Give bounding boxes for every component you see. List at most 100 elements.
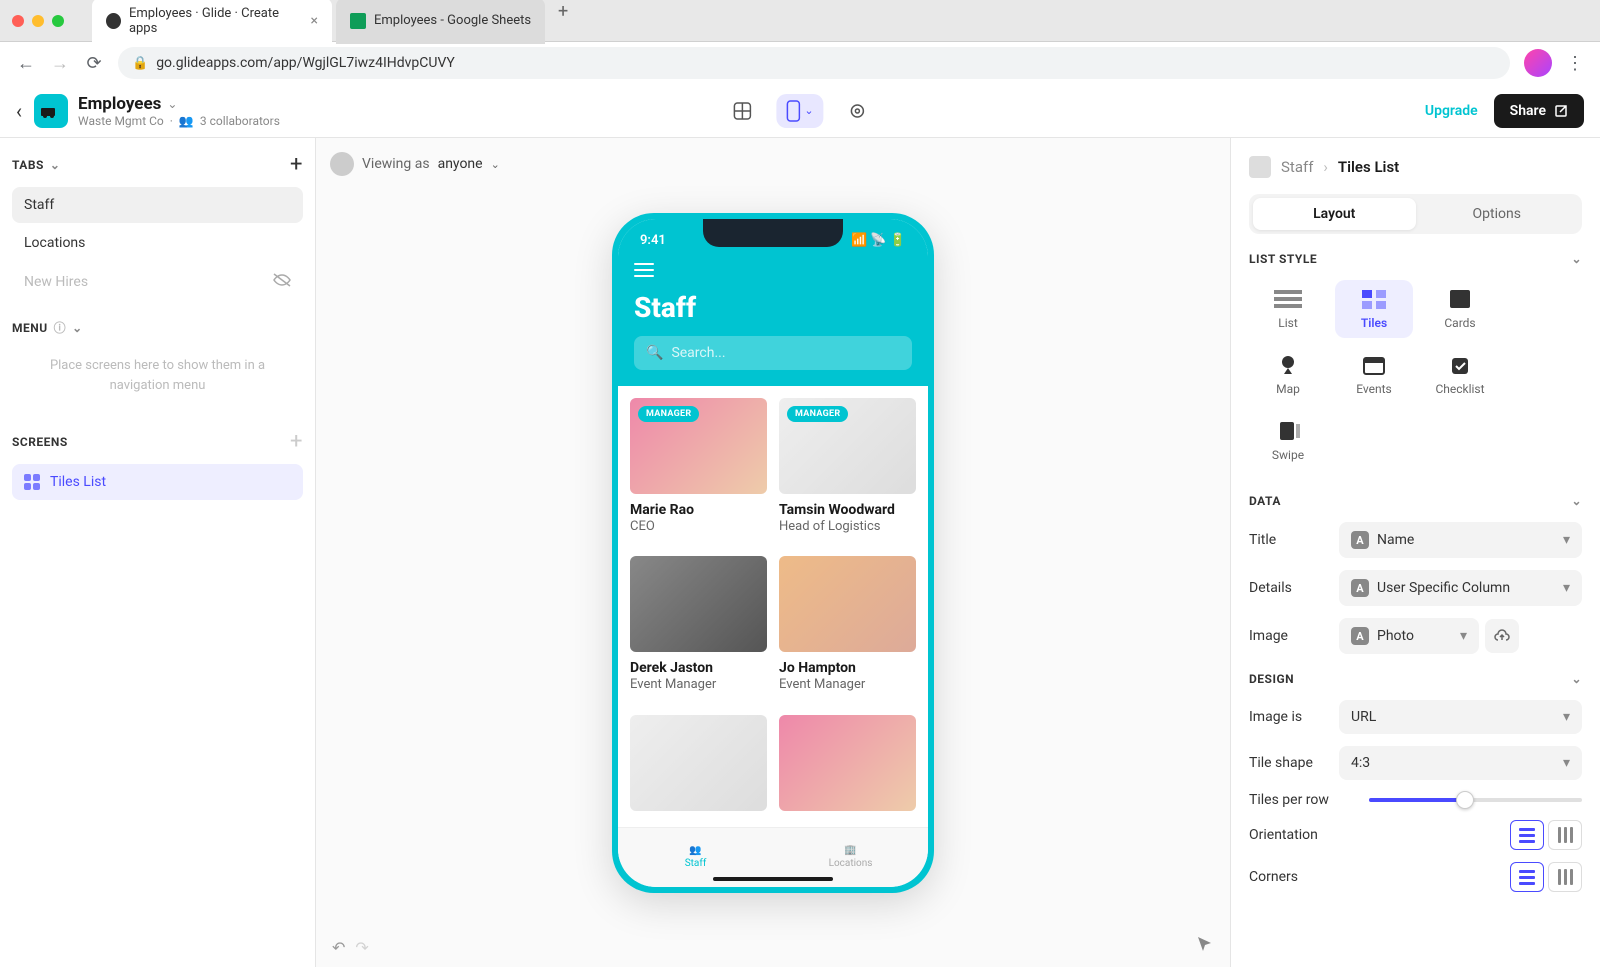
image-is-select[interactable]: URL ▾ bbox=[1339, 700, 1582, 734]
left-sidebar: TABS ⌄ + Staff Locations New Hires MENU … bbox=[0, 138, 316, 967]
share-button[interactable]: Share bbox=[1494, 94, 1584, 128]
redo-icon[interactable]: ↷ bbox=[355, 938, 368, 957]
chevron-down-icon: ⌄ bbox=[1571, 494, 1582, 508]
tile-item[interactable]: Derek Jaston Event Manager bbox=[630, 556, 767, 703]
tile-item[interactable]: Jo Hampton Event Manager bbox=[779, 556, 916, 703]
tab-layout[interactable]: Layout bbox=[1253, 198, 1416, 230]
tab-options[interactable]: Options bbox=[1416, 198, 1579, 230]
address-bar[interactable]: 🔒 go.glideapps.com/app/WgjlGL7iwz4IHdvpC… bbox=[118, 47, 1510, 79]
add-tab-button[interactable]: + bbox=[290, 152, 303, 177]
search-icon: 🔍 bbox=[646, 345, 663, 361]
tab-new-hires[interactable]: New Hires bbox=[12, 263, 303, 301]
style-swipe[interactable]: Swipe bbox=[1249, 412, 1327, 470]
browser-menu-icon[interactable]: ⋮ bbox=[1566, 53, 1584, 74]
device-selector[interactable]: ⌄ bbox=[776, 94, 823, 128]
browser-tab-strip: Employees · Glide · Create apps × Employ… bbox=[0, 0, 1600, 42]
maximize-window[interactable] bbox=[52, 15, 64, 27]
data-header[interactable]: DATA ⌄ bbox=[1249, 494, 1582, 508]
upgrade-link[interactable]: Upgrade bbox=[1425, 103, 1478, 119]
tiles-icon bbox=[24, 474, 40, 490]
collaborators-count[interactable]: 3 collaborators bbox=[200, 114, 280, 128]
breadcrumb-parent[interactable]: Staff bbox=[1281, 158, 1313, 176]
details-field-select[interactable]: A User Specific Column ▾ bbox=[1339, 570, 1582, 606]
undo-icon[interactable]: ↶ bbox=[332, 938, 345, 957]
app-logo bbox=[34, 94, 68, 128]
screens-section-header[interactable]: SCREENS + bbox=[12, 429, 303, 454]
close-tab-icon[interactable]: × bbox=[311, 13, 318, 29]
list-style-header[interactable]: LIST STYLE ⌄ bbox=[1249, 252, 1582, 266]
tile-shape-select[interactable]: 4:3 ▾ bbox=[1339, 746, 1582, 780]
back-button[interactable]: ‹ bbox=[16, 99, 22, 123]
tile-item[interactable]: MANAGER Marie Rao CEO bbox=[630, 398, 767, 545]
slider-thumb[interactable] bbox=[1456, 791, 1474, 809]
design-header[interactable]: DESIGN ⌄ bbox=[1249, 672, 1582, 686]
orientation-vertical[interactable] bbox=[1548, 820, 1582, 850]
data-view-button[interactable] bbox=[722, 91, 762, 131]
back-icon[interactable]: ← bbox=[16, 53, 36, 74]
tabs-section-header[interactable]: TABS ⌄ + bbox=[12, 152, 303, 177]
tab-locations[interactable]: Locations bbox=[12, 225, 303, 261]
cursor-icon bbox=[1196, 935, 1214, 957]
chevron-down-icon: ⌄ bbox=[491, 158, 500, 171]
title-field-select[interactable]: A Name ▾ bbox=[1339, 522, 1582, 558]
tiles-per-row-slider[interactable] bbox=[1369, 798, 1582, 802]
viewing-as-control[interactable]: Viewing as anyone ⌄ bbox=[330, 152, 500, 176]
style-cards[interactable]: Cards bbox=[1421, 280, 1499, 338]
search-input[interactable]: 🔍 Search... bbox=[634, 336, 912, 370]
style-events[interactable]: Events bbox=[1335, 346, 1413, 404]
image-field-select[interactable]: A Photo ▾ bbox=[1339, 618, 1479, 654]
component-icon bbox=[1249, 156, 1271, 178]
hidden-icon bbox=[273, 273, 291, 291]
hamburger-menu-icon[interactable] bbox=[634, 263, 654, 277]
tab-staff[interactable]: Staff bbox=[12, 187, 303, 223]
cloud-upload-icon bbox=[1494, 628, 1510, 644]
corners-rounded[interactable] bbox=[1510, 862, 1544, 892]
settings-view-button[interactable] bbox=[838, 91, 878, 131]
chevron-down-icon: ⌄ bbox=[1571, 252, 1582, 266]
style-tiles[interactable]: Tiles bbox=[1335, 280, 1413, 338]
phone-notch bbox=[703, 219, 843, 247]
tile-item[interactable] bbox=[779, 715, 916, 822]
window-controls bbox=[12, 15, 64, 27]
column-type-icon: A bbox=[1351, 531, 1369, 549]
undo-redo: ↶ ↷ bbox=[332, 938, 369, 957]
new-tab-button[interactable]: + bbox=[549, 0, 577, 26]
corners-square[interactable] bbox=[1548, 862, 1582, 892]
screen-tiles-list[interactable]: Tiles List bbox=[12, 464, 303, 500]
chevron-down-icon: ⌄ bbox=[72, 321, 83, 335]
info-icon[interactable]: ⓘ bbox=[54, 319, 67, 336]
style-list[interactable]: List bbox=[1249, 280, 1327, 338]
home-indicator bbox=[713, 877, 833, 881]
chevron-down-icon: ⌄ bbox=[804, 104, 813, 117]
chevron-down-icon: ▾ bbox=[1563, 580, 1570, 596]
orientation-horizontal[interactable] bbox=[1510, 820, 1544, 850]
browser-tab[interactable]: Employees - Google Sheets bbox=[336, 0, 545, 44]
canvas: Viewing as anyone ⌄ 9:41 📶 📡 🔋 Staff 🔍 S… bbox=[316, 138, 1230, 967]
upload-image-button[interactable] bbox=[1485, 619, 1519, 653]
chevron-down-icon: ▾ bbox=[1563, 755, 1570, 771]
sheets-favicon-icon bbox=[350, 13, 366, 29]
reload-icon[interactable]: ⟳ bbox=[84, 53, 104, 74]
tile-item[interactable] bbox=[630, 715, 767, 822]
app-menu-chevron-icon[interactable]: ⌄ bbox=[167, 97, 177, 111]
add-screen-button[interactable]: + bbox=[290, 429, 303, 454]
phone-preview: 9:41 📶 📡 🔋 Staff 🔍 Search... MANAGER Mar… bbox=[612, 213, 934, 893]
workspace-name[interactable]: Waste Mgmt Co bbox=[78, 114, 164, 128]
forward-icon[interactable]: → bbox=[50, 53, 70, 74]
close-window[interactable] bbox=[12, 15, 24, 27]
minimize-window[interactable] bbox=[32, 15, 44, 27]
browser-toolbar: ← → ⟳ 🔒 go.glideapps.com/app/WgjlGL7iwz4… bbox=[0, 42, 1600, 84]
browser-tab-active[interactable]: Employees · Glide · Create apps × bbox=[92, 0, 332, 44]
collaborator-icon: 👥 bbox=[179, 114, 194, 128]
app-name: Employees bbox=[78, 94, 161, 114]
tab-title: Employees · Glide · Create apps bbox=[129, 6, 299, 36]
menu-placeholder: Place screens here to show them in a nav… bbox=[12, 346, 303, 405]
properties-panel: Staff › Tiles List Layout Options LIST S… bbox=[1230, 138, 1600, 967]
share-label: Share bbox=[1510, 103, 1546, 119]
style-checklist[interactable]: Checklist bbox=[1421, 346, 1499, 404]
menu-section-header[interactable]: MENU ⓘ ⌄ bbox=[12, 319, 303, 336]
style-map[interactable]: Map bbox=[1249, 346, 1327, 404]
browser-profile-avatar[interactable] bbox=[1524, 49, 1552, 77]
tile-item[interactable]: MANAGER Tamsin Woodward Head of Logistic… bbox=[779, 398, 916, 545]
status-icons: 📶 📡 🔋 bbox=[851, 233, 906, 248]
